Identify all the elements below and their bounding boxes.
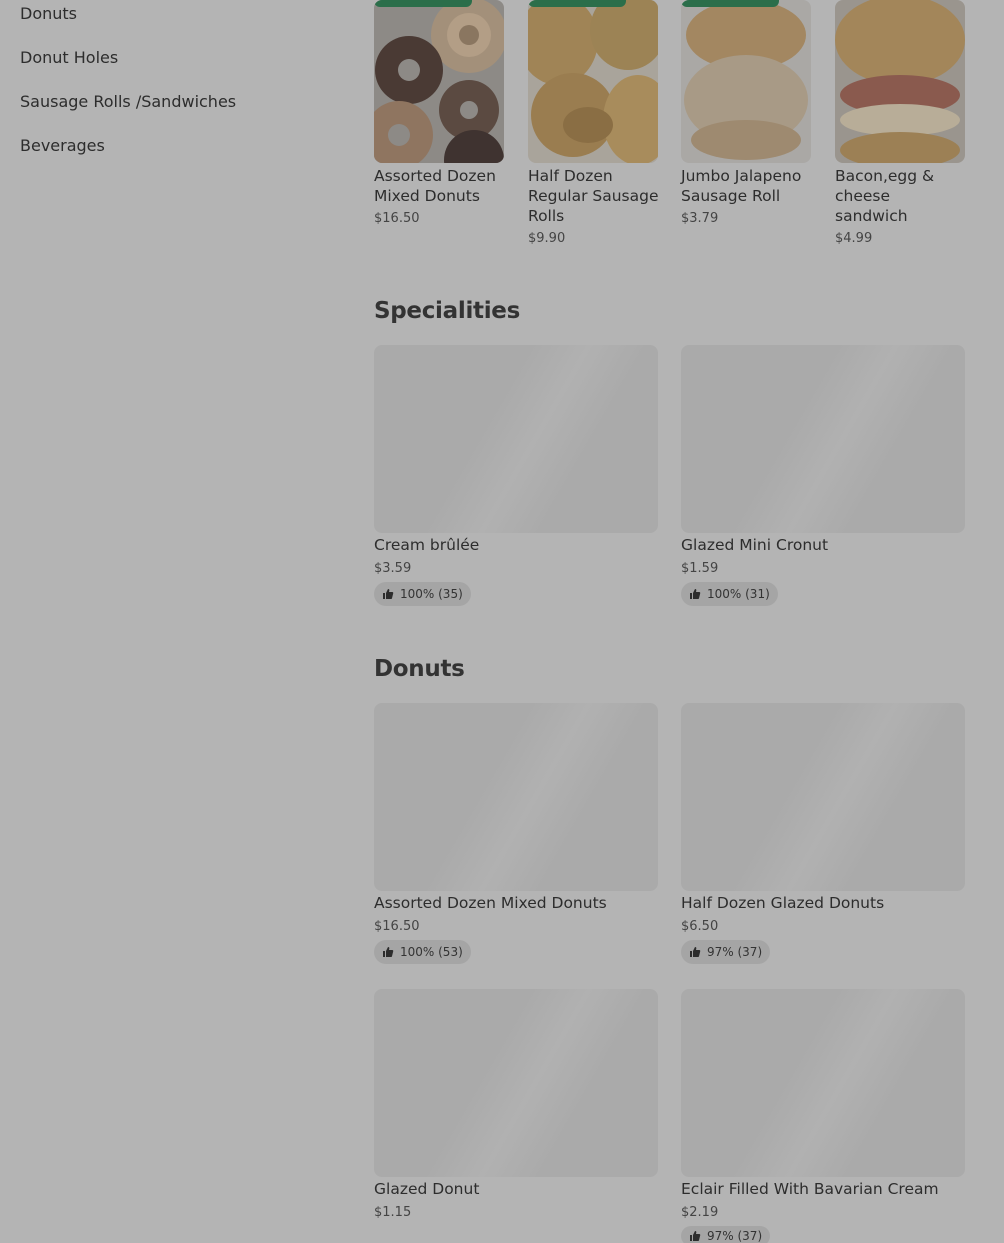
- donut-image: [374, 0, 504, 163]
- sidebar-item-donuts[interactable]: Donuts: [20, 4, 77, 23]
- menu-item-title: Glazed Mini Cronut: [681, 536, 829, 554]
- rating-text: 97% (37): [707, 945, 763, 959]
- rating-text: 97% (37): [707, 1229, 763, 1243]
- featured-item-price: $3.79: [681, 211, 719, 226]
- menu-item-title: Assorted Dozen Mixed Donuts: [374, 894, 607, 912]
- rating-text: 100% (53): [400, 945, 463, 959]
- thumbs-up-icon: [690, 947, 701, 957]
- menu-item-price: $2.19: [681, 1205, 719, 1220]
- menu-item-title: Glazed Donut: [374, 1180, 480, 1198]
- section-title-specialities: Specialities: [374, 298, 521, 324]
- item-image-placeholder: [374, 345, 658, 533]
- featured-item-price: $16.50: [374, 211, 420, 226]
- rating-badge: 100% (53): [374, 940, 471, 964]
- item-image-placeholder: [681, 345, 965, 533]
- menu-item-title: Cream brûlée: [374, 536, 480, 554]
- sausage-roll-image: [681, 0, 811, 163]
- menu-item-price: $1.59: [681, 561, 719, 576]
- menu-item-price: $16.50: [374, 919, 420, 934]
- thumbs-up-icon: [383, 947, 394, 957]
- item-image-placeholder: [374, 703, 658, 891]
- thumbs-up-icon: [383, 589, 394, 599]
- section-title-donuts: Donuts: [374, 656, 465, 682]
- menu-item-title: Half Dozen Glazed Donuts: [681, 894, 885, 912]
- item-image-placeholder: [681, 703, 965, 891]
- featured-item-title: Assorted Dozen Mixed Donuts: [374, 167, 496, 205]
- sidebar-item-sausage-rolls-sandwiches[interactable]: Sausage Rolls /Sandwiches: [20, 92, 236, 111]
- featured-item-price: $4.99: [835, 231, 873, 246]
- rating-badge: 100% (31): [681, 582, 778, 606]
- promo-badge: [681, 0, 779, 7]
- rating-badge: 97% (37): [681, 1226, 771, 1243]
- sidebar-item-beverages[interactable]: Beverages: [20, 136, 105, 155]
- rating-badge: 97% (37): [681, 940, 771, 964]
- menu-item-price: $6.50: [681, 919, 719, 934]
- featured-item-title: Jumbo Jalapeno Sausage Roll: [681, 167, 802, 205]
- sausage-roll-image: [528, 0, 658, 163]
- item-image-placeholder: [681, 989, 965, 1177]
- rating-badge: 100% (35): [374, 582, 471, 606]
- rating-text: 100% (35): [400, 587, 463, 601]
- featured-item-price: $9.90: [528, 231, 566, 246]
- featured-item-title: Half Dozen Regular Sausage Rolls: [528, 167, 659, 225]
- thumbs-up-icon: [690, 589, 701, 599]
- featured-item-title: Bacon,egg & cheese sandwich: [835, 167, 935, 225]
- sandwich-image: [835, 0, 965, 163]
- menu-item-title: Eclair Filled With Bavarian Cream: [681, 1180, 939, 1198]
- promo-badge: [528, 0, 626, 7]
- sidebar-item-donut-holes[interactable]: Donut Holes: [20, 48, 118, 67]
- rating-text: 100% (31): [707, 587, 770, 601]
- menu-item-price: $1.15: [374, 1205, 412, 1220]
- item-image-placeholder: [374, 989, 658, 1177]
- menu-item-price: $3.59: [374, 561, 412, 576]
- promo-badge: [374, 0, 472, 7]
- thumbs-up-icon: [690, 1231, 701, 1241]
